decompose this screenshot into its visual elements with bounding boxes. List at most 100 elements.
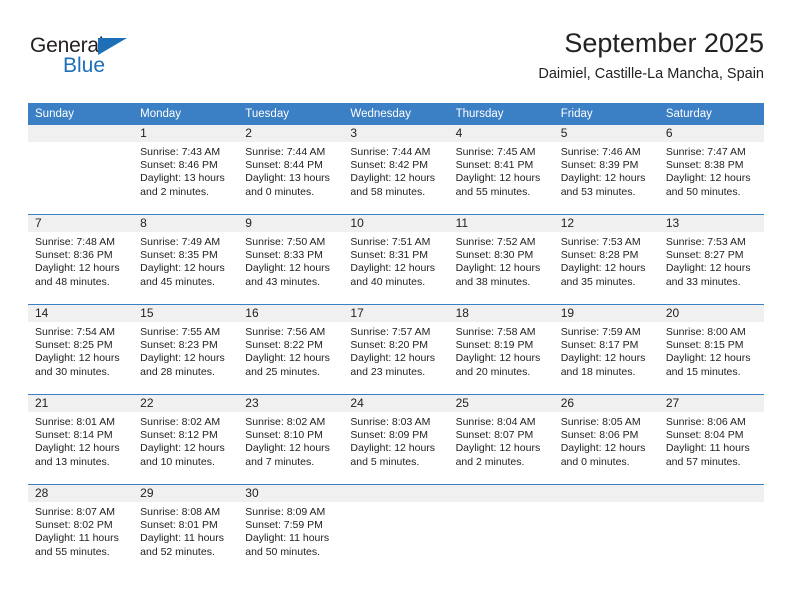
sunset-time: Sunset: 8:20 PM	[350, 339, 429, 352]
sunset-time: Sunset: 8:04 PM	[665, 429, 744, 442]
calendar-day-cell[interactable]: 12 Sunrise: 7:53 AM Sunset: 8:28 PM Dayligh…	[553, 214, 659, 305]
calendar-day-cell[interactable]: 13 Sunrise: 7:53 AM Sunset: 8:27 PM Dayligh…	[658, 214, 764, 305]
calendar-day-cell[interactable]: 6 Sunrise: 7:47 AM Sunset: 8:38 PM Daylight…	[658, 125, 764, 215]
sunset-time: Sunset: 8:02 PM	[35, 519, 113, 532]
day-details: Sunrise: 7:53 AM Sunset: 8:28 PM Daylight:…	[554, 232, 659, 289]
daylight-duration-line2: and 48 minutes.	[35, 275, 110, 288]
sunrise-time: Sunrise: 7:49 AM	[140, 236, 221, 248]
calendar-day-cell[interactable]: 16 Sunrise: 7:56 AM Sunset: 8:22 PM Dayligh…	[238, 304, 344, 395]
calendar-day-cell[interactable]: 5 Sunrise: 7:46 AM Sunset: 8:39 PM Daylight…	[553, 125, 659, 215]
sunrise-time: Sunrise: 7:54 AM	[35, 326, 115, 338]
sunrise-time: Sunrise: 7:50 AM	[245, 236, 326, 248]
daylight-duration-line1: Daylight: 12 hours	[560, 442, 646, 455]
day-number: 20	[658, 305, 764, 322]
calendar-day-cell[interactable]: 22 Sunrise: 8:02 AM Sunset: 8:12 PM Dayligh…	[133, 394, 239, 485]
daylight-duration-line2: and 5 minutes.	[350, 455, 420, 468]
day-cell-inner: 5 Sunrise: 7:46 AM Sunset: 8:39 PM Daylight…	[553, 125, 659, 214]
daylight-duration-line1: Daylight: 12 hours	[665, 262, 751, 275]
calendar-day-cell[interactable]: 27 Sunrise: 8:06 AM Sunset: 8:04 PM Dayligh…	[658, 394, 764, 485]
daylight-duration-line1: Daylight: 11 hours	[35, 532, 119, 545]
calendar-day-cell[interactable]: 14 Sunrise: 7:54 AM Sunset: 8:25 PM Dayligh…	[28, 304, 134, 395]
calendar-day-cell[interactable]: 19 Sunrise: 7:59 AM Sunset: 8:17 PM Dayligh…	[553, 304, 659, 395]
day-details: Sunrise: 7:43 AM Sunset: 8:46 PM Daylight:…	[133, 142, 238, 199]
day-cell-inner: 2 Sunrise: 7:44 AM Sunset: 8:44 PM Daylight…	[238, 125, 344, 214]
calendar-day-cell[interactable]: 26 Sunrise: 8:05 AM Sunset: 8:06 PM Dayligh…	[553, 394, 659, 485]
day-details: Sunrise: 8:05 AM Sunset: 8:06 PM Daylight:…	[554, 412, 659, 469]
sunset-time: Sunset: 8:22 PM	[245, 339, 323, 352]
calendar-day-cell[interactable]: 4 Sunrise: 7:45 AM Sunset: 8:41 PM Daylight…	[448, 125, 554, 215]
sunrise-time: Sunrise: 8:02 AM	[140, 416, 221, 428]
daylight-duration-line2: and 55 minutes.	[35, 545, 110, 558]
day-details: Sunrise: 7:51 AM Sunset: 8:31 PM Daylight:…	[343, 232, 448, 289]
day-cell-inner: 19 Sunrise: 7:59 AM Sunset: 8:17 PM Dayligh…	[553, 305, 659, 394]
calendar-day-cell[interactable]: 28 Sunrise: 8:07 AM Sunset: 8:02 PM Dayligh…	[28, 484, 134, 574]
day-number: 12	[553, 215, 659, 232]
calendar-day-cell[interactable]: 2 Sunrise: 7:44 AM Sunset: 8:44 PM Daylight…	[238, 125, 344, 215]
calendar-day-cell[interactable]: 18 Sunrise: 7:58 AM Sunset: 8:19 PM Dayligh…	[448, 304, 554, 395]
calendar-day-cell[interactable]: 25 Sunrise: 8:04 AM Sunset: 8:07 PM Dayligh…	[448, 394, 554, 485]
day-details: Sunrise: 8:08 AM Sunset: 8:01 PM Daylight:…	[133, 502, 238, 559]
daylight-duration-line2: and 35 minutes.	[560, 275, 636, 288]
daylight-duration-line2: and 25 minutes.	[245, 365, 320, 378]
daylight-duration-line1: Daylight: 12 hours	[140, 442, 225, 455]
day-cell-inner: 15 Sunrise: 7:55 AM Sunset: 8:23 PM Dayligh…	[133, 305, 239, 394]
calendar-day-cell[interactable]: 15 Sunrise: 7:55 AM Sunset: 8:23 PM Dayligh…	[133, 304, 239, 395]
sunset-time: Sunset: 8:28 PM	[560, 249, 639, 262]
calendar-day-cell[interactable]: 23 Sunrise: 8:02 AM Sunset: 8:10 PM Dayligh…	[238, 394, 344, 485]
calendar-empty-cell	[448, 484, 554, 574]
sunrise-time: Sunrise: 7:58 AM	[455, 326, 536, 338]
page-header: General Blue September 2025 Daimiel, Cas…	[28, 26, 764, 96]
daylight-duration-line1: Daylight: 11 hours	[140, 532, 224, 545]
calendar-day-cell[interactable]: 3 Sunrise: 7:44 AM Sunset: 8:42 PM Daylight…	[343, 125, 449, 215]
day-number: 23	[238, 395, 344, 412]
day-cell-inner: 30 Sunrise: 8:09 AM Sunset: 7:59 PM Dayligh…	[238, 485, 344, 574]
daylight-duration-line2: and 13 minutes.	[35, 455, 110, 468]
calendar-day-cell[interactable]: 17 Sunrise: 7:57 AM Sunset: 8:20 PM Dayligh…	[343, 304, 449, 395]
day-details	[449, 502, 554, 506]
sunset-time: Sunset: 8:14 PM	[35, 429, 113, 442]
calendar-day-cell[interactable]: 1 Sunrise: 7:43 AM Sunset: 8:46 PM Daylight…	[133, 125, 239, 215]
day-details	[343, 502, 448, 506]
sunrise-time: Sunrise: 7:46 AM	[560, 146, 641, 158]
day-cell-inner: 10 Sunrise: 7:51 AM Sunset: 8:31 PM Dayligh…	[343, 215, 449, 304]
weekday-header-tuesday: Tuesday	[238, 103, 344, 125]
sunrise-time: Sunrise: 7:52 AM	[455, 236, 536, 248]
daylight-duration-line1: Daylight: 12 hours	[455, 172, 541, 185]
daylight-duration-line1: Daylight: 12 hours	[35, 262, 120, 275]
day-cell-inner: 8 Sunrise: 7:49 AM Sunset: 8:35 PM Daylight…	[133, 215, 239, 304]
day-number: 26	[553, 395, 659, 412]
calendar-day-cell[interactable]: 8 Sunrise: 7:49 AM Sunset: 8:35 PM Daylight…	[133, 214, 239, 305]
calendar-week-row: 28 Sunrise: 8:07 AM Sunset: 8:02 PM Dayligh…	[28, 484, 764, 574]
calendar-day-cell[interactable]: 11 Sunrise: 7:52 AM Sunset: 8:30 PM Dayligh…	[448, 214, 554, 305]
sunrise-time: Sunrise: 7:53 AM	[560, 236, 641, 248]
day-number	[448, 485, 554, 502]
calendar-day-cell[interactable]: 21 Sunrise: 8:01 AM Sunset: 8:14 PM Dayligh…	[28, 394, 134, 485]
sunset-time: Sunset: 8:27 PM	[665, 249, 744, 262]
day-cell-inner: 18 Sunrise: 7:58 AM Sunset: 8:19 PM Dayligh…	[448, 305, 554, 394]
calendar-day-cell[interactable]: 7 Sunrise: 7:48 AM Sunset: 8:36 PM Daylight…	[28, 214, 134, 305]
day-details: Sunrise: 7:54 AM Sunset: 8:25 PM Daylight:…	[28, 322, 133, 379]
daylight-duration-line1: Daylight: 12 hours	[245, 262, 330, 275]
sunrise-time: Sunrise: 7:44 AM	[245, 146, 326, 158]
daylight-duration-line1: Daylight: 13 hours	[245, 172, 330, 185]
calendar-day-cell[interactable]: 20 Sunrise: 8:00 AM Sunset: 8:15 PM Dayligh…	[658, 304, 764, 395]
calendar-day-cell[interactable]: 24 Sunrise: 8:03 AM Sunset: 8:09 PM Dayligh…	[343, 394, 449, 485]
calendar-day-cell[interactable]: 29 Sunrise: 8:08 AM Sunset: 8:01 PM Dayligh…	[133, 484, 239, 574]
sunrise-time: Sunrise: 7:59 AM	[560, 326, 641, 338]
day-cell-inner: 3 Sunrise: 7:44 AM Sunset: 8:42 PM Daylight…	[343, 125, 449, 214]
calendar-day-cell[interactable]: 30 Sunrise: 8:09 AM Sunset: 7:59 PM Dayligh…	[238, 484, 344, 574]
sunrise-time: Sunrise: 7:45 AM	[455, 146, 536, 158]
sunset-time: Sunset: 8:35 PM	[140, 249, 218, 262]
sunrise-time: Sunrise: 8:09 AM	[245, 506, 326, 518]
logo-triangle-icon	[98, 38, 127, 55]
sunrise-time: Sunrise: 8:01 AM	[35, 416, 115, 428]
sunset-time: Sunset: 8:41 PM	[455, 159, 534, 172]
day-number: 3	[343, 125, 449, 142]
daylight-duration-line1: Daylight: 12 hours	[245, 442, 330, 455]
calendar-day-cell[interactable]: 10 Sunrise: 7:51 AM Sunset: 8:31 PM Dayligh…	[343, 214, 449, 305]
calendar-day-cell[interactable]: 9 Sunrise: 7:50 AM Sunset: 8:33 PM Daylight…	[238, 214, 344, 305]
day-cell-inner	[658, 485, 764, 574]
day-number: 1	[133, 125, 239, 142]
day-number: 11	[448, 215, 554, 232]
sunrise-time: Sunrise: 7:56 AM	[245, 326, 326, 338]
